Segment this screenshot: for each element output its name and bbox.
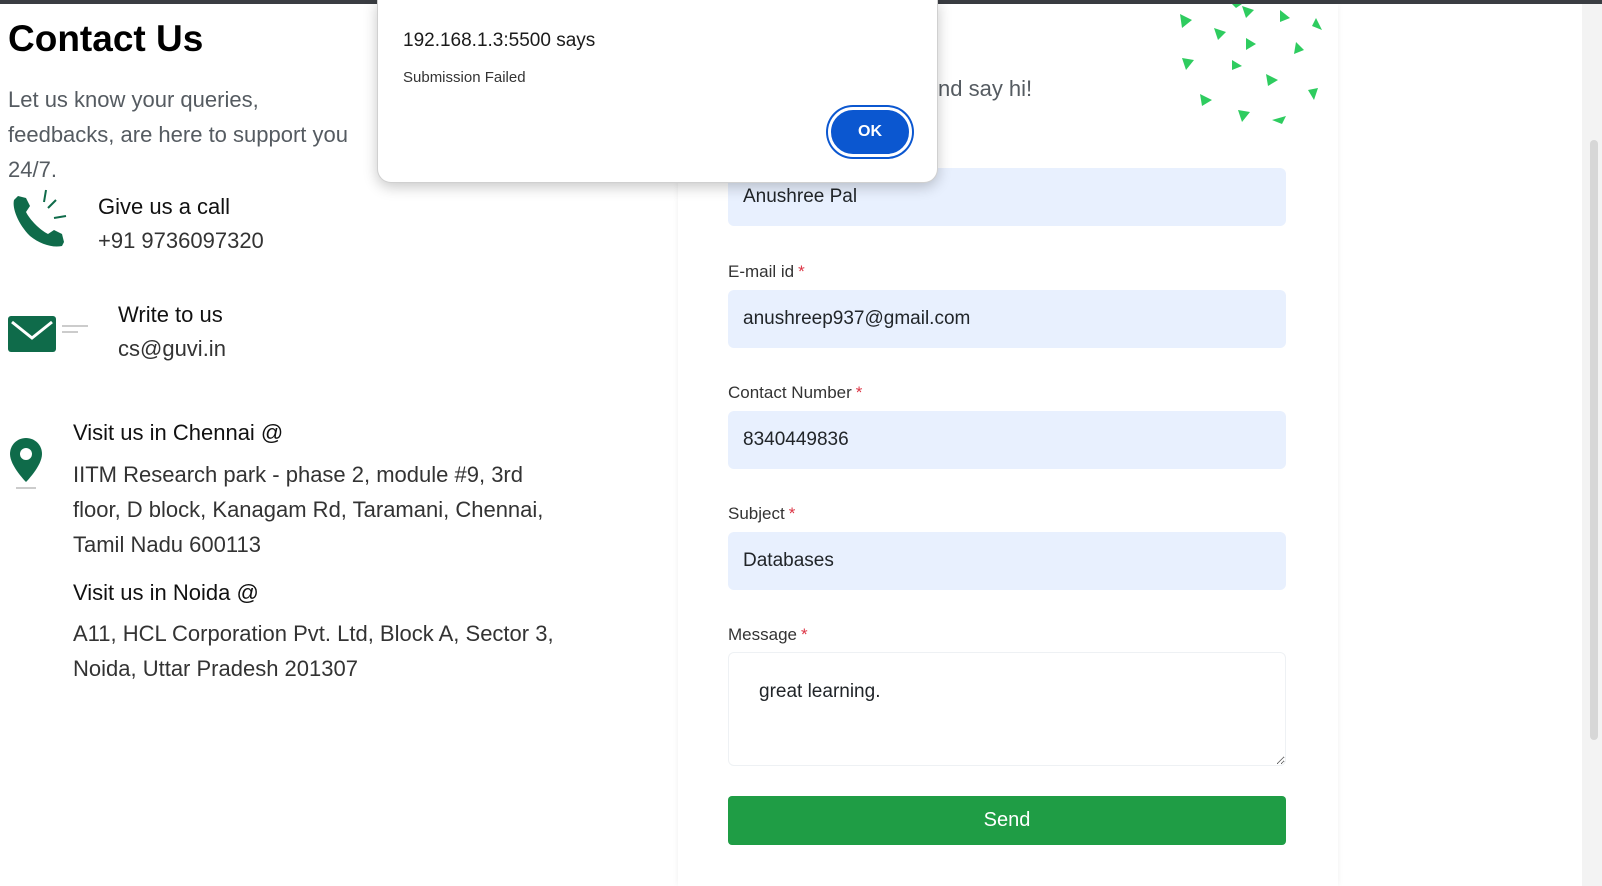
form-subheading: nd say hi! xyxy=(938,76,1033,101)
call-number: +91 9736097320 xyxy=(98,228,264,253)
call-title: Give us a call xyxy=(98,194,231,219)
confetti-decoration xyxy=(1180,4,1322,124)
alert-dialog: 192.168.1.3:5500 says Submission Failed … xyxy=(377,0,938,183)
dialog-title: 192.168.1.3:5500 says xyxy=(403,30,596,51)
email-address: cs@guvi.in xyxy=(118,336,226,361)
envelope-icon xyxy=(8,316,88,352)
noida-address: A11, HCL Corporation Pvt. Ltd, Block A, … xyxy=(73,621,554,681)
noida-title: Visit us in Noida @ xyxy=(73,580,259,605)
subject-label: Subject * xyxy=(728,504,796,523)
location-pin-icon xyxy=(10,438,42,489)
page-scrollbar-thumb[interactable] xyxy=(1590,140,1598,740)
chennai-address: IITM Research park - phase 2, module #9,… xyxy=(73,462,544,557)
chennai-title: Visit us in Chennai @ xyxy=(73,420,284,445)
message-label: Message * xyxy=(728,625,808,644)
page-title: Contact Us xyxy=(8,18,204,59)
email-label: E-mail id * xyxy=(728,262,805,281)
ok-button[interactable]: OK xyxy=(828,107,912,157)
contact-number-label: Contact Number * xyxy=(728,383,863,402)
send-button[interactable]: Send xyxy=(728,796,1286,845)
write-title: Write to us xyxy=(118,302,223,327)
message-textarea[interactable]: great learning. xyxy=(728,652,1286,766)
contact-number-field[interactable] xyxy=(728,411,1286,469)
email-field[interactable] xyxy=(728,290,1286,348)
page-intro: Let us know your queries, feedbacks, are… xyxy=(8,87,348,182)
subject-field[interactable] xyxy=(728,532,1286,590)
phone-icon xyxy=(13,189,67,247)
dialog-message: Submission Failed xyxy=(403,69,526,86)
